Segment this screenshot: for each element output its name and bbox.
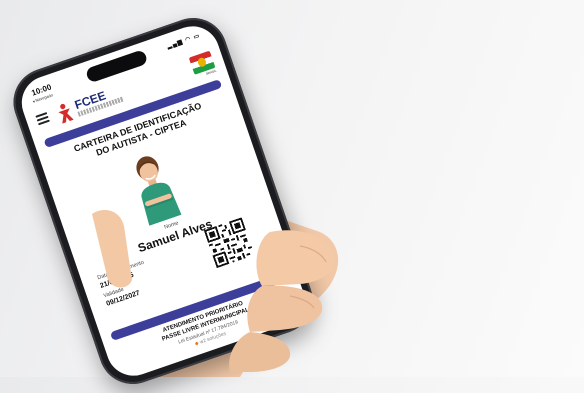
hand-fingers (92, 210, 335, 372)
photo-scene: 10:00 ◂ Navegado ▂▄▆ ◠ ▭ FCEE BRASIL CAR… (0, 0, 584, 393)
